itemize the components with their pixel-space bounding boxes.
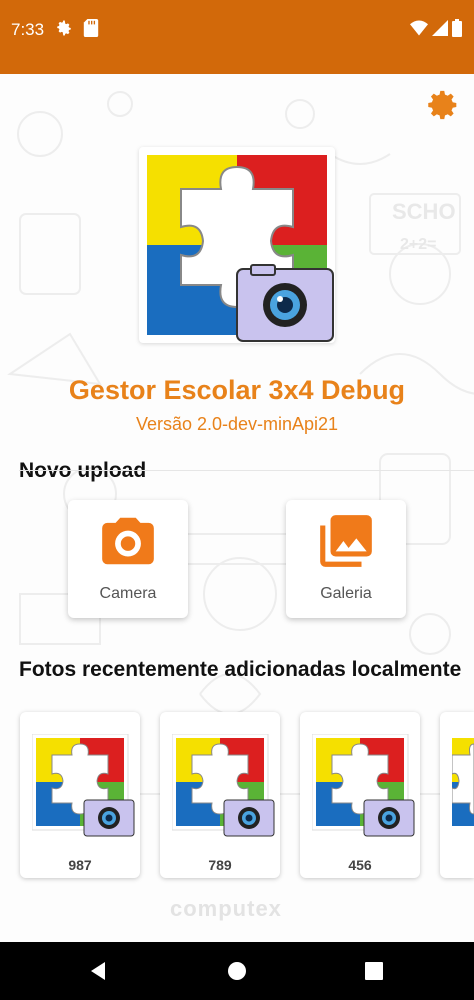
status-settings-icon: [57, 20, 71, 36]
computex-watermark: computex: [170, 896, 282, 921]
navigation-bar: [0, 942, 474, 1000]
app-title: Gestor Escolar 3x4 Debug: [68, 375, 406, 405]
svg-text:2+2=: 2+2=: [400, 236, 436, 253]
status-time: 7:33: [11, 20, 45, 39]
photo-thumbnail: [452, 738, 474, 826]
camera-icon: [102, 517, 154, 565]
signal-icon: [432, 20, 448, 36]
photo-thumbnail: [312, 734, 415, 837]
app-version: Versão 2.0-dev-minApi21: [135, 414, 339, 434]
recents-icon[interactable]: [362, 959, 386, 983]
recent-photo-card[interactable]: 456: [300, 712, 420, 878]
gallery-icon: [320, 515, 372, 567]
photo-caption: 987: [68, 857, 92, 873]
photo-thumbnail: [172, 734, 275, 837]
battery-icon: [452, 19, 462, 37]
photo-thumbnail: [32, 734, 135, 837]
recent-photo-card-partial[interactable]: [440, 712, 474, 878]
back-icon[interactable]: [86, 959, 110, 983]
photo-caption: 789: [208, 857, 232, 873]
camera-button[interactable]: Camera: [68, 500, 188, 618]
camera-badge: [236, 264, 334, 342]
gallery-button[interactable]: Galeria: [286, 500, 406, 618]
photo-caption: 456: [348, 857, 372, 873]
recent-photo-card[interactable]: 987: [20, 712, 140, 878]
camera-button-label: Camera: [99, 585, 157, 602]
recent-photos-heading: Fotos recentemente adicionadas localment…: [19, 658, 462, 681]
wifi-icon: [410, 20, 428, 36]
gallery-button-label: Galeria: [320, 585, 372, 602]
app-logo: [139, 147, 335, 343]
new-upload-heading: Novo upload: [19, 459, 147, 482]
settings-gear-icon[interactable]: [426, 88, 460, 122]
section-divider: [19, 470, 474, 471]
svg-text:SCHO: SCHO: [392, 199, 456, 224]
puzzle-camera-logo: [147, 155, 334, 342]
home-icon[interactable]: [225, 959, 249, 983]
recent-photo-card[interactable]: 789: [160, 712, 280, 878]
status-bar: 7:33: [0, 0, 474, 74]
sd-card-icon: [83, 19, 99, 37]
